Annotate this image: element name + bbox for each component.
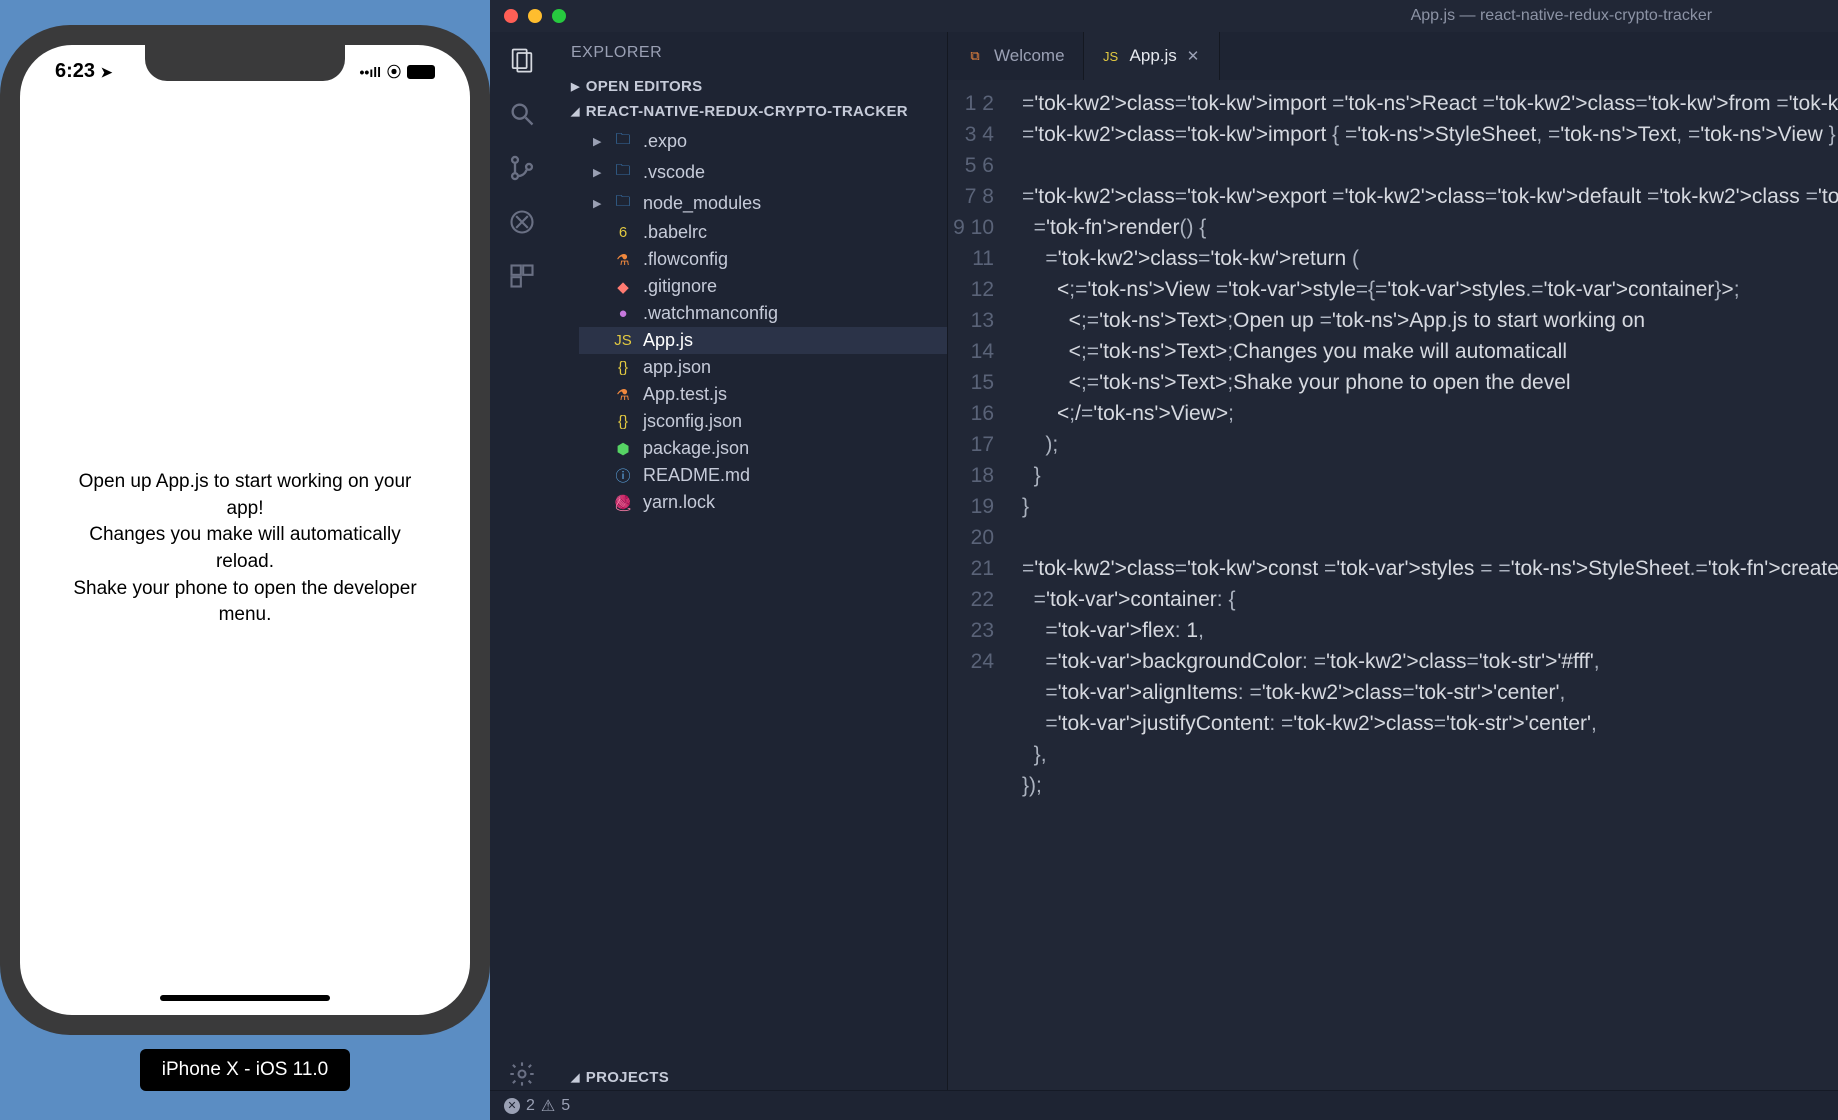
device-frame: 6:23 ➤ ••ıll ⦿ Open up App.js to start w… xyxy=(0,25,490,1035)
close-tab-icon[interactable]: ✕ xyxy=(1187,47,1201,65)
file-item[interactable]: ⚗ App.test.js xyxy=(579,381,947,408)
file-tree: ▶ 🗀 .expo ▶ 🗀 .vscode ▶ 🗀 node_modules 6 .babelrc ⚗… xyxy=(553,124,947,518)
folder-icon: 🗀 xyxy=(613,129,633,154)
tree-item-label: .babelrc xyxy=(643,222,707,243)
file-icon: ⚗ xyxy=(613,386,633,404)
chevron-down-icon: ◢ xyxy=(571,1071,580,1084)
file-icon: ◆ xyxy=(613,278,633,296)
app-text-line1: Open up App.js to start working on your … xyxy=(60,469,430,522)
file-icon: ● xyxy=(613,305,633,322)
tab-label: Welcome xyxy=(994,46,1065,66)
close-window-icon[interactable] xyxy=(504,9,518,23)
tree-item-label: .flowconfig xyxy=(643,249,728,270)
file-item[interactable]: JS App.js xyxy=(579,327,947,354)
line-gutter: 1 2 3 4 5 6 7 8 9 10 11 12 13 14 15 16 1… xyxy=(948,80,1008,1090)
folder-item[interactable]: ▶ 🗀 node_modules xyxy=(579,188,947,219)
file-icon: 6 xyxy=(613,224,633,241)
problems-indicator[interactable]: ✕2 ⚠5 xyxy=(504,1096,570,1116)
folder-item[interactable]: ▶ 🗀 .vscode xyxy=(579,157,947,188)
tree-item-label: package.json xyxy=(643,438,749,459)
app-text-line3: Shake your phone to open the developer m… xyxy=(60,576,430,629)
simulator-pane: 6:23 ➤ ••ıll ⦿ Open up App.js to start w… xyxy=(0,0,490,1120)
tree-item-label: .vscode xyxy=(643,162,705,183)
folder-icon: 🗀 xyxy=(613,160,633,185)
settings-gear-icon[interactable] xyxy=(506,1058,538,1090)
warning-icon: ⚠ xyxy=(541,1096,555,1116)
activity-bar xyxy=(490,32,553,1090)
app-screen-body: Open up App.js to start working on your … xyxy=(20,83,470,1015)
file-item[interactable]: ⚗ .flowconfig xyxy=(579,246,947,273)
code-content[interactable]: ='tok-kw2'>class='tok-kw'>import ='tok-n… xyxy=(1008,80,1838,1090)
chevron-right-icon: ▶ xyxy=(593,166,603,179)
status-bar: ✕2 ⚠5 Ln 10, Col 58 Spaces: 2 UTF-8 LF J… xyxy=(490,1090,1838,1120)
search-icon[interactable] xyxy=(506,98,538,130)
folder-icon: 🗀 xyxy=(613,191,633,216)
file-item[interactable]: ⓘ README.md xyxy=(579,462,947,489)
chevron-right-icon: ▶ xyxy=(593,197,603,210)
device-screen: 6:23 ➤ ••ıll ⦿ Open up App.js to start w… xyxy=(20,45,470,1015)
file-icon: ⓘ xyxy=(613,465,633,486)
projects-section[interactable]: ◢PROJECTS xyxy=(553,1065,947,1090)
tab-label: App.js xyxy=(1130,46,1177,66)
file-icon: 🧶 xyxy=(613,494,633,512)
file-item[interactable]: {} jsconfig.json xyxy=(579,408,947,435)
tree-item-label: jsconfig.json xyxy=(643,411,742,432)
tree-item-label: .expo xyxy=(643,131,687,152)
file-icon: ⧉ xyxy=(966,48,984,64)
file-item[interactable]: 6 .babelrc xyxy=(579,219,947,246)
file-item[interactable]: {} app.json xyxy=(579,354,947,381)
file-icon: {} xyxy=(613,413,633,430)
code-editor[interactable]: 1 2 3 4 5 6 7 8 9 10 11 12 13 14 15 16 1… xyxy=(948,80,1838,1090)
simulator-label: iPhone X - iOS 11.0 xyxy=(140,1049,351,1091)
tree-item-label: app.json xyxy=(643,357,711,378)
app-text-line2: Changes you make will automatically relo… xyxy=(60,522,430,575)
tree-item-label: README.md xyxy=(643,465,750,486)
editor-tab[interactable]: JS App.js ✕ xyxy=(1084,32,1220,80)
zoom-window-icon[interactable] xyxy=(552,9,566,23)
device-notch xyxy=(145,45,345,81)
traffic-lights[interactable] xyxy=(490,9,580,23)
debug-icon[interactable] xyxy=(506,206,538,238)
tree-item-label: App.test.js xyxy=(643,384,727,405)
statusbar-time: 6:23 ➤ xyxy=(55,60,112,83)
extensions-icon[interactable] xyxy=(506,260,538,292)
wifi-icon: ⦿ xyxy=(387,62,401,82)
file-icon: JS xyxy=(613,332,633,349)
error-icon: ✕ xyxy=(504,1098,520,1114)
editor-area: ⧉WelcomeJSApp.js✕ ▢ ⋯ 1 2 3 4 5 6 7 8 9 … xyxy=(948,32,1838,1090)
window-title: App.js — react-native-redux-crypto-track… xyxy=(580,7,1838,25)
sidebar: EXPLORER ▶OPEN EDITORS ◢REACT-NATIVE-RED… xyxy=(553,32,948,1090)
chevron-down-icon: ◢ xyxy=(571,105,580,118)
tree-item-label: App.js xyxy=(643,330,693,351)
file-item[interactable]: ● .watchmanconfig xyxy=(579,300,947,327)
chevron-right-icon: ▶ xyxy=(593,135,603,148)
home-indicator xyxy=(160,995,330,1001)
tab-bar: ⧉WelcomeJSApp.js✕ ▢ ⋯ xyxy=(948,32,1838,80)
tree-item-label: yarn.lock xyxy=(643,492,715,513)
file-item[interactable]: 🧶 yarn.lock xyxy=(579,489,947,516)
tree-item-label: .watchmanconfig xyxy=(643,303,778,324)
battery-icon xyxy=(407,65,435,79)
project-section[interactable]: ◢REACT-NATIVE-REDUX-CRYPTO-TRACKER xyxy=(553,99,947,124)
source-control-icon[interactable] xyxy=(506,152,538,184)
explorer-icon[interactable] xyxy=(506,44,538,76)
file-icon: {} xyxy=(613,359,633,376)
vscode-window: App.js — react-native-redux-crypto-track… xyxy=(490,0,1838,1120)
signal-icon: ••ıll xyxy=(360,64,381,80)
minimize-window-icon[interactable] xyxy=(528,9,542,23)
file-icon: JS xyxy=(1102,49,1120,64)
chevron-right-icon: ▶ xyxy=(571,80,580,93)
tree-item-label: node_modules xyxy=(643,193,761,214)
file-icon: ⬢ xyxy=(613,440,633,458)
folder-item[interactable]: ▶ 🗀 .expo xyxy=(579,126,947,157)
file-item[interactable]: ◆ .gitignore xyxy=(579,273,947,300)
sidebar-title: EXPLORER xyxy=(553,32,947,74)
file-item[interactable]: ⬢ package.json xyxy=(579,435,947,462)
location-icon: ➤ xyxy=(101,64,113,80)
titlebar: App.js — react-native-redux-crypto-track… xyxy=(490,0,1838,32)
file-icon: ⚗ xyxy=(613,251,633,269)
open-editors-section[interactable]: ▶OPEN EDITORS xyxy=(553,74,947,99)
editor-tab[interactable]: ⧉ Welcome xyxy=(948,32,1084,80)
tree-item-label: .gitignore xyxy=(643,276,717,297)
